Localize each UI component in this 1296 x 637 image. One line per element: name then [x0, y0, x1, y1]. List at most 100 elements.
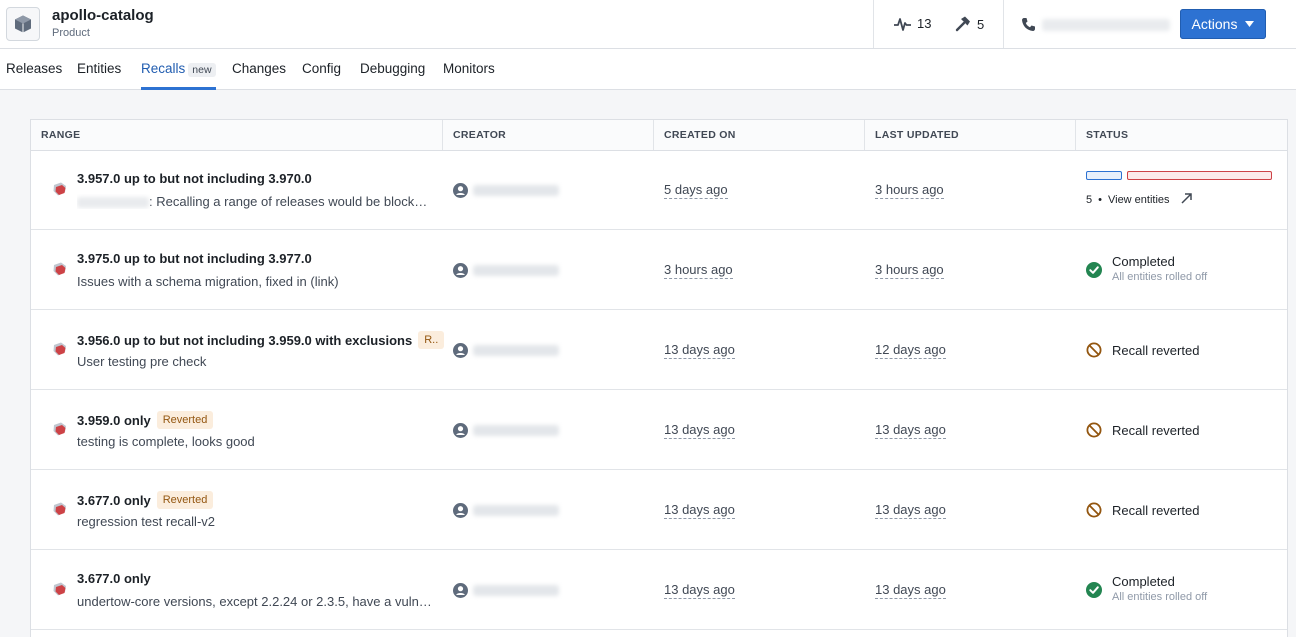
status-reverted: Recall reverted: [1086, 342, 1199, 358]
creator-name-redacted[interactable]: [473, 425, 559, 436]
tab-changes[interactable]: Changes: [232, 61, 286, 90]
status-cell: Recall reverted: [1076, 470, 1288, 550]
created-on-date[interactable]: 13 days ago: [664, 502, 735, 519]
last-updated-date[interactable]: 3 hours ago: [875, 262, 944, 279]
app-title: apollo-catalog: [52, 7, 154, 24]
reverted-tag: R..: [418, 331, 445, 349]
last-updated-cell: 13 days ago: [865, 550, 1076, 630]
status-label: Recall reverted: [1112, 422, 1200, 438]
range-label: 3.677.0 only: [77, 571, 151, 586]
status-cell: Completed All entities rolled off: [1076, 230, 1288, 310]
tab-label: Releases: [6, 61, 63, 76]
creator-name-redacted[interactable]: [473, 505, 559, 516]
app-header: apollo-catalog Product 13 5 Actions: [0, 0, 1296, 49]
table-row[interactable]: 3.959.0 only Reverted testing is complete,…: [31, 390, 1287, 470]
created-on-cell: 13 days ago: [654, 470, 865, 550]
recall-icon: [52, 261, 68, 277]
tab-debugging[interactable]: Debugging: [360, 61, 425, 90]
range-title[interactable]: 3.975.0 up to but not including 3.977.0: [77, 251, 312, 266]
last-updated-cell: 12 days ago: [865, 310, 1076, 390]
last-updated-date[interactable]: 3 hours ago: [875, 182, 944, 199]
range-label: 3.956.0 up to but not including 3.959.0 …: [77, 332, 413, 348]
activity-stat[interactable]: 13: [894, 16, 931, 31]
user-icon: [453, 503, 468, 518]
reverted-tag: Reverted: [156, 491, 214, 509]
reverted-tag: Reverted: [156, 411, 214, 429]
created-on-cell: 5 days ago: [654, 150, 865, 230]
range-description: undertow-core versions, except 2.2.24 or…: [77, 594, 433, 609]
table-row[interactable]: 3.677.0 only Reverted regression test reca…: [31, 470, 1287, 550]
status-reverted: Recall reverted: [1086, 502, 1199, 518]
tab-entities[interactable]: Entities: [77, 61, 121, 90]
header-divider: [873, 0, 874, 48]
created-on-date[interactable]: 13 days ago: [664, 422, 735, 439]
creator-name-redacted[interactable]: [473, 345, 559, 356]
range-title[interactable]: 3.957.0 up to but not including 3.970.0: [77, 171, 312, 186]
tab-label: Config: [302, 61, 342, 76]
actions-label: Actions: [1191, 16, 1238, 32]
status-label: Recall reverted: [1112, 502, 1200, 518]
range-cell: 3.956.0 up to but not including 3.959.0 …: [31, 310, 445, 390]
tab-recalls[interactable]: Recalls new: [141, 61, 216, 90]
table-row[interactable]: 3.677.0 only undertow-core versions, exce…: [31, 550, 1287, 630]
external-link-icon: [1180, 192, 1193, 208]
creator-name-redacted[interactable]: [473, 585, 559, 596]
tab-label: Changes: [232, 61, 287, 76]
author-redacted: [77, 197, 149, 209]
created-on-cell: 3 hours ago: [654, 230, 865, 310]
check-circle-icon: [1086, 582, 1102, 603]
last-updated-cell: 3 hours ago: [865, 150, 1076, 230]
created-on-cell: 13 days ago: [654, 390, 865, 470]
view-entities-link[interactable]: 5 • View entities: [1086, 192, 1193, 208]
description-text: : Recalling a range of releases would be…: [149, 194, 433, 209]
creator-name-redacted[interactable]: [473, 185, 559, 196]
range-cell: 3.959.0 only Reverted testing is complete,…: [31, 390, 443, 470]
status-detail: All entities rolled off: [1112, 591, 1208, 603]
caret-down-icon: [1245, 21, 1255, 27]
column-header-last-updated[interactable]: LAST UPDATED: [865, 120, 1076, 150]
activity-count: 13: [917, 16, 932, 31]
last-updated-date[interactable]: 13 days ago: [875, 502, 946, 519]
last-updated-date[interactable]: 12 days ago: [875, 342, 946, 359]
creator-cell: [443, 390, 654, 470]
tab-label: Entities: [77, 61, 122, 76]
recall-icon: [52, 501, 68, 517]
created-on-cell: 13 days ago: [654, 310, 865, 390]
last-updated-date[interactable]: 13 days ago: [875, 582, 946, 599]
table-row[interactable]: 3.957.0 up to but not including 3.970.0:…: [31, 150, 1287, 230]
tab-monitors[interactable]: Monitors: [443, 61, 495, 90]
range-title[interactable]: 3.956.0 up to but not including 3.959.0 …: [77, 331, 445, 349]
column-header-created-on[interactable]: CREATED ON: [654, 120, 865, 150]
table-row[interactable]: 3.975.0 up to but not including 3.977.0 I…: [31, 230, 1287, 310]
created-on-date[interactable]: 13 days ago: [664, 342, 735, 359]
creator-cell: [443, 310, 654, 390]
tab-config[interactable]: Config: [302, 61, 341, 90]
creator-name-redacted[interactable]: [473, 265, 559, 276]
created-on-date[interactable]: 3 hours ago: [664, 262, 733, 279]
column-header-range[interactable]: RANGE: [31, 120, 443, 150]
hammer-icon: [955, 16, 970, 32]
last-updated-date[interactable]: 13 days ago: [875, 422, 946, 439]
tab-releases[interactable]: Releases: [6, 61, 62, 90]
build-stat[interactable]: 5: [955, 16, 984, 32]
range-label: 3.957.0 up to but not including 3.970.0: [77, 171, 312, 186]
column-header-creator[interactable]: CREATOR: [443, 120, 654, 150]
actions-button[interactable]: Actions: [1180, 9, 1266, 39]
range-description: testing is complete, looks good: [77, 434, 433, 449]
created-on-date[interactable]: 13 days ago: [664, 582, 735, 599]
range-title[interactable]: 3.677.0 only: [77, 571, 151, 586]
range-title[interactable]: 3.677.0 only Reverted: [77, 491, 214, 509]
status-completed: Completed All entities rolled off: [1086, 254, 1207, 283]
oncall-contact[interactable]: [1021, 17, 1170, 32]
recall-icon: [52, 581, 68, 597]
status-cell: Recall reverted: [1076, 390, 1288, 470]
range-title[interactable]: 3.959.0 only Reverted: [77, 411, 214, 429]
created-on-date[interactable]: 5 days ago: [664, 182, 728, 199]
check-circle-icon: [1086, 262, 1102, 283]
tab-label: Monitors: [443, 61, 495, 76]
last-updated-cell: 3 hours ago: [865, 230, 1076, 310]
description-text: undertow-core versions, except 2.2.24 or…: [77, 594, 432, 609]
column-header-status[interactable]: STATUS: [1076, 120, 1288, 150]
progress-segment-done: [1086, 171, 1122, 180]
table-row[interactable]: 3.956.0 up to but not including 3.959.0 …: [31, 310, 1287, 390]
